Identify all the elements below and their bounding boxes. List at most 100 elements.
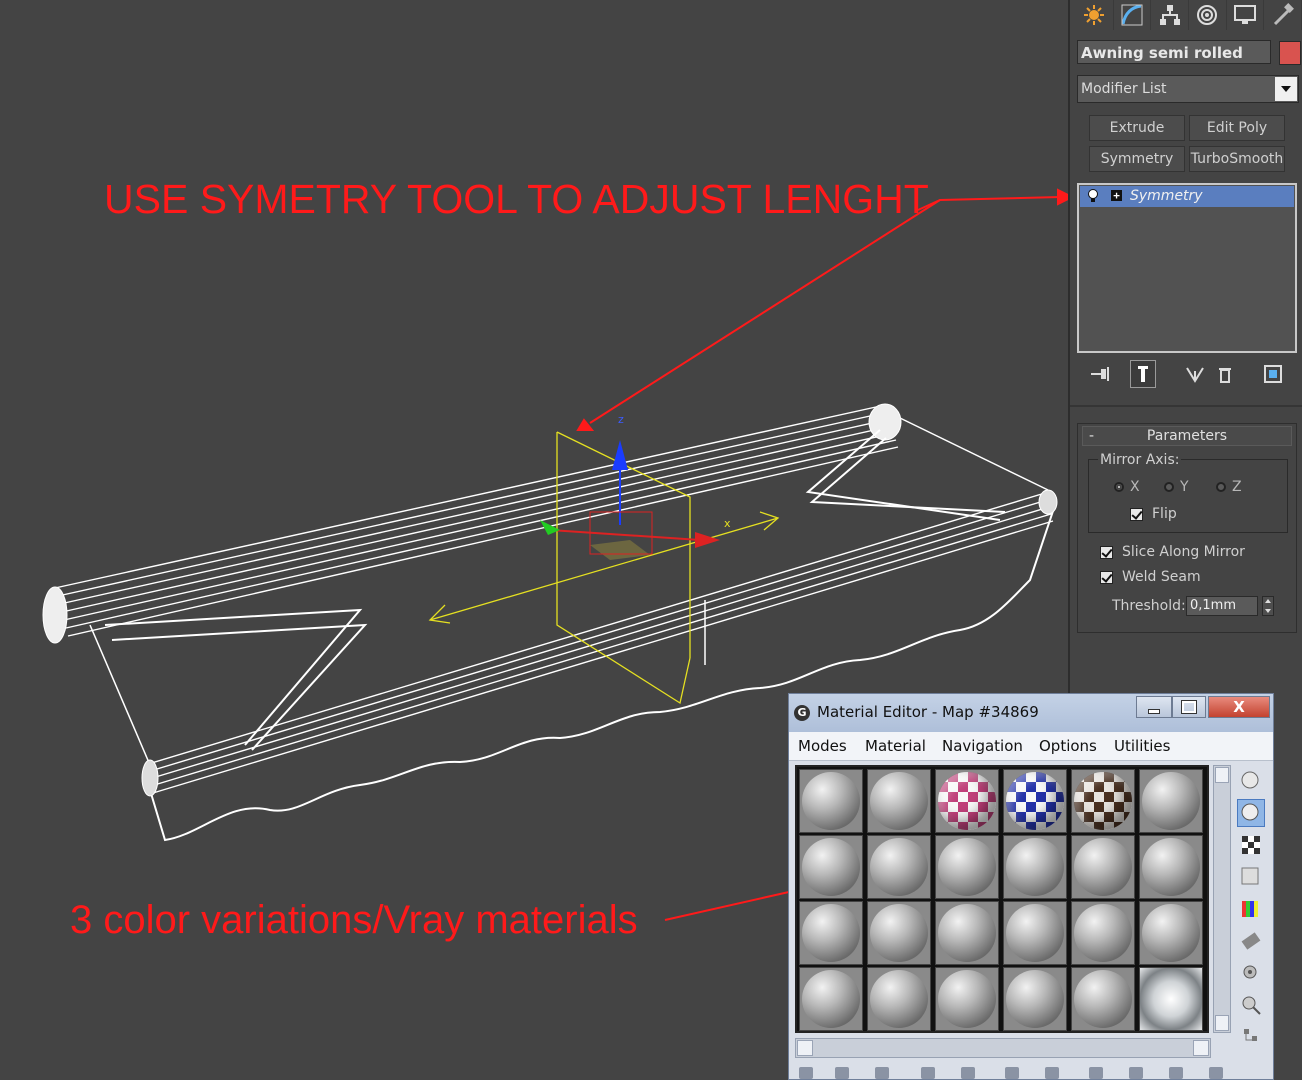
- reset-map-icon[interactable]: [921, 1067, 935, 1079]
- material-map-navigator-button[interactable]: [1237, 1023, 1265, 1051]
- material-slot-6[interactable]: [1139, 769, 1203, 833]
- slice-along-mirror-checkbox[interactable]: Slice Along Mirror: [1100, 544, 1245, 560]
- backlight-button[interactable]: [1237, 799, 1265, 827]
- create-tab[interactable]: [1076, 0, 1114, 30]
- motion-tab[interactable]: [1189, 0, 1227, 30]
- panel-separator: [1070, 405, 1302, 407]
- menu-navigation[interactable]: Navigation: [942, 737, 1023, 755]
- lightbulb-icon[interactable]: [1086, 189, 1100, 203]
- mirror-axis-label: Mirror Axis:: [1098, 452, 1182, 468]
- material-slot-22[interactable]: [1003, 967, 1067, 1031]
- material-slot-15[interactable]: [935, 901, 999, 965]
- annotation-symmetry-tool: USE SYMETRY TOOL TO ADJUST LENGHT: [104, 176, 929, 222]
- material-slot-16[interactable]: [1003, 901, 1067, 965]
- stack-item-symmetry[interactable]: + Symmetry: [1080, 186, 1294, 207]
- go-to-parent-icon[interactable]: [1209, 1067, 1223, 1079]
- close-button[interactable]: X: [1208, 696, 1270, 718]
- put-to-library-icon[interactable]: [1045, 1067, 1059, 1079]
- show-map-icon[interactable]: [1129, 1067, 1143, 1079]
- maximize-button[interactable]: [1172, 696, 1206, 718]
- put-to-scene-icon[interactable]: [835, 1067, 849, 1079]
- material-slot-17[interactable]: [1071, 901, 1135, 965]
- object-color-swatch[interactable]: [1279, 41, 1301, 65]
- slice-along-mirror-label: Slice Along Mirror: [1122, 544, 1245, 560]
- show-end-result-map-icon[interactable]: [1169, 1067, 1183, 1079]
- material-slot-11[interactable]: [1071, 835, 1135, 899]
- minimize-button[interactable]: [1136, 696, 1172, 718]
- menu-material[interactable]: Material: [865, 737, 926, 755]
- threshold-label: Threshold:: [1112, 598, 1186, 614]
- material-slot-8[interactable]: [867, 835, 931, 899]
- flip-checkbox[interactable]: Flip: [1130, 506, 1177, 522]
- sample-type-icon: [1241, 771, 1259, 789]
- modifier-list-label: Modifier List: [1081, 81, 1167, 97]
- remove-modifier-button[interactable]: [1212, 360, 1238, 388]
- scroll-left-icon[interactable]: [797, 1040, 813, 1056]
- horizontal-scrollbar[interactable]: [795, 1038, 1211, 1058]
- turbosmooth-button[interactable]: TurboSmooth: [1189, 146, 1285, 172]
- extrude-button[interactable]: Extrude: [1089, 115, 1185, 141]
- parameters-rollout-header[interactable]: - Parameters: [1082, 426, 1292, 446]
- material-slot-14[interactable]: [867, 901, 931, 965]
- material-slot-1[interactable]: [799, 769, 863, 833]
- uv-tiling-icon: [1241, 867, 1259, 885]
- vertical-scrollbar[interactable]: [1213, 765, 1231, 1033]
- material-slot-21[interactable]: [935, 967, 999, 1031]
- symmetry-button[interactable]: Symmetry: [1089, 146, 1185, 172]
- menu-modes[interactable]: Modes: [798, 737, 847, 755]
- material-slot-13[interactable]: [799, 901, 863, 965]
- select-by-material-button[interactable]: [1237, 991, 1265, 1019]
- material-slot-24[interactable]: [1139, 967, 1203, 1031]
- weld-seam-checkbox[interactable]: Weld Seam: [1100, 569, 1201, 585]
- threshold-input[interactable]: 0,1mm: [1186, 596, 1258, 616]
- modifier-list-dropdown[interactable]: Modifier List: [1077, 75, 1299, 103]
- scroll-up-icon[interactable]: [1215, 767, 1229, 783]
- axis-y-radio[interactable]: Y: [1164, 479, 1189, 495]
- edit-poly-button[interactable]: Edit Poly: [1189, 115, 1285, 141]
- chevron-down-icon[interactable]: [1275, 77, 1297, 101]
- material-slot-20[interactable]: [867, 967, 931, 1031]
- sample-type-button[interactable]: [1237, 767, 1265, 795]
- display-tab[interactable]: [1227, 0, 1265, 30]
- scroll-down-icon[interactable]: [1215, 1015, 1229, 1031]
- uv-tiling-button[interactable]: [1237, 863, 1265, 891]
- material-slot-2[interactable]: [867, 769, 931, 833]
- utilities-tab[interactable]: [1264, 0, 1302, 30]
- make-preview-button[interactable]: [1237, 927, 1265, 955]
- hierarchy-tab[interactable]: [1151, 0, 1190, 30]
- material-slot-23[interactable]: [1071, 967, 1135, 1031]
- video-color-check-button[interactable]: [1237, 895, 1265, 923]
- material-slot-3[interactable]: [935, 769, 999, 833]
- make-unique-material-icon[interactable]: [1005, 1067, 1019, 1079]
- material-slot-19[interactable]: [799, 967, 863, 1031]
- material-editor-titlebar[interactable]: G Material Editor - Map #34869 X: [789, 694, 1273, 732]
- material-slot-4[interactable]: [1003, 769, 1067, 833]
- material-sphere-preview: [938, 970, 996, 1028]
- menu-utilities[interactable]: Utilities: [1114, 737, 1170, 755]
- axis-x-radio[interactable]: X: [1114, 479, 1140, 495]
- scroll-right-icon[interactable]: [1193, 1040, 1209, 1056]
- material-slot-7[interactable]: [799, 835, 863, 899]
- threshold-spinner[interactable]: [1262, 596, 1274, 616]
- pin-stack-button[interactable]: [1087, 360, 1113, 388]
- modify-tab[interactable]: [1114, 0, 1152, 30]
- material-slot-12[interactable]: [1139, 835, 1203, 899]
- show-end-result-button[interactable]: [1130, 360, 1156, 388]
- material-slot-18[interactable]: [1139, 901, 1203, 965]
- show-end-result-icon: [1138, 366, 1148, 382]
- get-material-icon[interactable]: [799, 1067, 813, 1079]
- axis-z-radio[interactable]: Z: [1216, 479, 1242, 495]
- material-slot-5[interactable]: [1071, 769, 1135, 833]
- assign-to-selection-icon[interactable]: [875, 1067, 889, 1079]
- object-name-field[interactable]: Awning semi rolled: [1077, 40, 1271, 64]
- make-copy-icon[interactable]: [961, 1067, 975, 1079]
- background-button[interactable]: [1237, 831, 1265, 859]
- options-button[interactable]: [1237, 959, 1265, 987]
- material-id-icon[interactable]: [1089, 1067, 1103, 1079]
- material-slot-10[interactable]: [1003, 835, 1067, 899]
- make-unique-button[interactable]: [1182, 360, 1208, 388]
- expand-icon[interactable]: +: [1111, 190, 1122, 201]
- configure-sets-button[interactable]: [1260, 360, 1286, 388]
- material-slot-9[interactable]: [935, 835, 999, 899]
- menu-options[interactable]: Options: [1039, 737, 1097, 755]
